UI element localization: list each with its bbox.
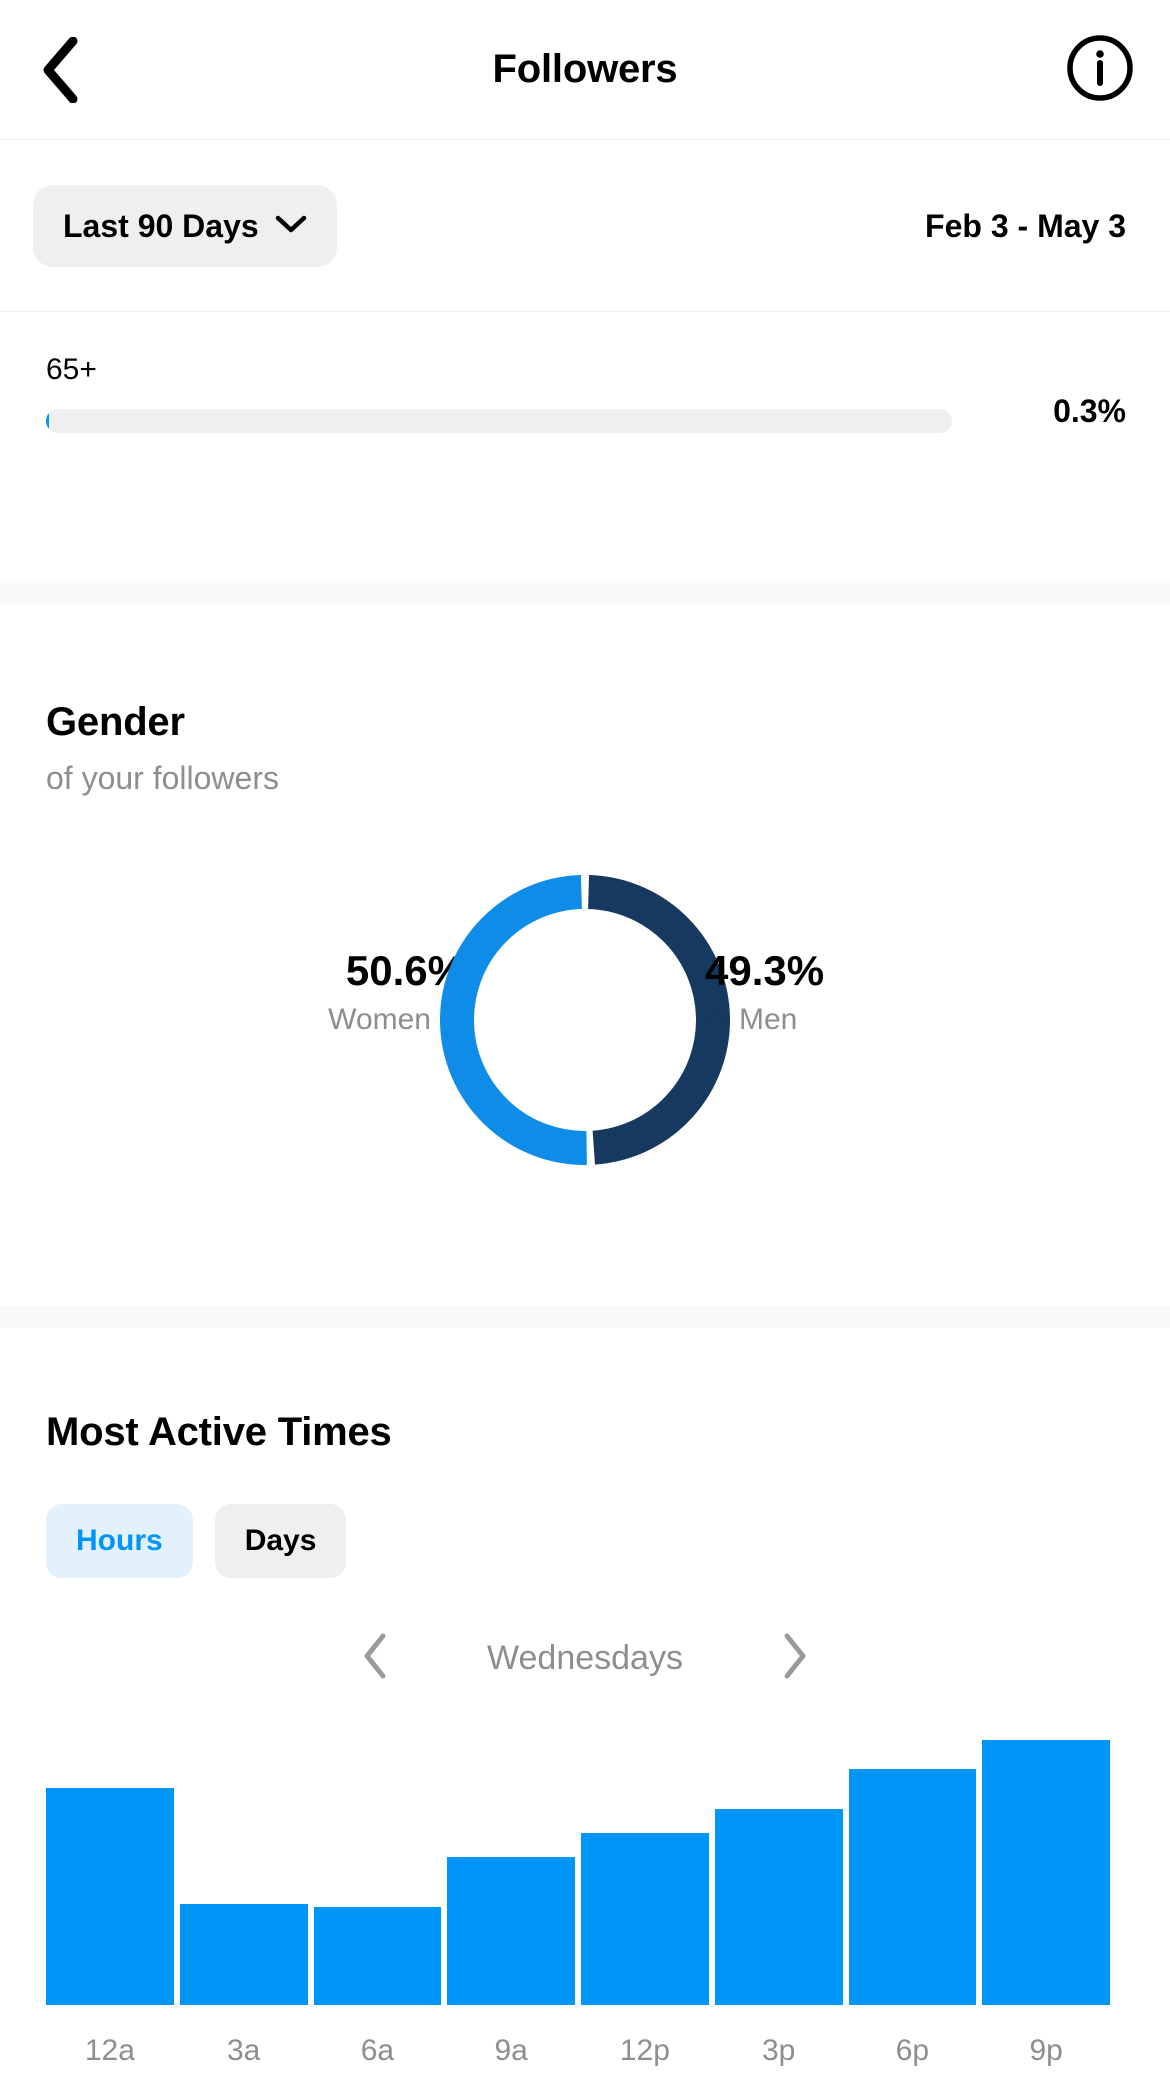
- x-axis-label: 3p: [761, 2034, 796, 2067]
- age-row-65plus: 65+ 0.3%: [0, 353, 1170, 473]
- bar: [581, 1832, 709, 2005]
- bar-column: [982, 1740, 1110, 2005]
- date-range-selector[interactable]: Last 90 Days: [33, 185, 337, 267]
- bar-column: [581, 1740, 709, 2005]
- gender-title: Gender: [46, 700, 185, 744]
- age-row-percent: 0.3%: [1053, 393, 1126, 429]
- bar-column: [714, 1740, 843, 2005]
- page-title: Followers: [492, 47, 678, 91]
- section-divider: [0, 1306, 1170, 1328]
- tab-days[interactable]: Days: [214, 1504, 347, 1578]
- tab-hours-label: Hours: [76, 1524, 163, 1557]
- gender-donut-wrap: 50.6% Women 49.3% Men: [0, 875, 1170, 1165]
- x-axis-label: 9p: [1029, 2034, 1063, 2067]
- date-range-selector-label: Last 90 Days: [63, 207, 259, 244]
- x-axis-label: 6p: [895, 2034, 930, 2067]
- day-navigator: Wednesdays: [0, 1618, 1170, 1698]
- x-axis-label: 6a: [360, 2034, 395, 2067]
- info-circle-icon: [1065, 33, 1135, 108]
- legend-men-percent: 49.3%: [705, 947, 825, 994]
- legend-men: 49.3% Men: [705, 947, 824, 1037]
- navbar: Followers: [0, 0, 1170, 140]
- filter-row: Last 90 Days Feb 3 - May 3: [0, 140, 1170, 312]
- bar: [313, 1906, 442, 2005]
- bar-column: [447, 1740, 575, 2005]
- bar-column: [179, 1740, 308, 2005]
- bar: [447, 1856, 575, 2005]
- bar-column: [848, 1740, 977, 2005]
- followers-insights-screen: Followers Last 90 Days Feb 3 - May 3 65+…: [0, 0, 1170, 2095]
- age-row-track: [46, 409, 952, 433]
- bar: [179, 1904, 308, 2005]
- legend-men-label: Men: [739, 1003, 798, 1037]
- tab-hours[interactable]: Hours: [46, 1504, 193, 1578]
- chevron-left-icon: [361, 1632, 389, 1685]
- bar-column: [313, 1740, 442, 2005]
- gender-subtitle: of your followers: [46, 760, 279, 796]
- x-axis-label: 12a: [84, 2034, 135, 2067]
- bar-column: [46, 1740, 174, 2005]
- x-axis-label: 12p: [619, 2034, 670, 2067]
- legend-men-dot: [705, 1010, 725, 1031]
- chevron-down-icon: [275, 214, 307, 239]
- next-day-button[interactable]: [750, 1618, 840, 1698]
- gender-section: Gender of your followers 50.6% Women 49.: [0, 605, 1170, 1306]
- bar-chart-bars: [46, 1740, 1110, 2005]
- date-range-text: Feb 3 - May 3: [925, 207, 1126, 244]
- bar: [46, 1787, 174, 2005]
- most-active-times-tabs: Hours Days: [46, 1504, 347, 1578]
- day-label: Wednesdays: [487, 1638, 683, 1677]
- legend-men-row: Men: [705, 1003, 797, 1037]
- age-row-fill: [46, 409, 49, 433]
- bar: [714, 1808, 843, 2005]
- most-active-times-title: Most Active Times: [46, 1410, 392, 1454]
- most-active-times-section: Most Active Times Hours Days Wednesdays: [0, 1328, 1170, 2095]
- active-hours-bar-chart: [46, 1740, 1110, 2005]
- section-divider: [0, 583, 1170, 605]
- bar: [982, 1740, 1110, 2005]
- tab-days-label: Days: [244, 1524, 317, 1557]
- age-row-label: 65+: [46, 353, 97, 386]
- bar-chart-x-axis-labels: 12a 3a 6a 9a 12p 3p 6p 9p: [46, 2034, 1110, 2068]
- chevron-right-icon: [781, 1632, 809, 1685]
- x-axis-label: 3a: [226, 2034, 261, 2067]
- prev-day-button[interactable]: [330, 1618, 420, 1698]
- bar: [848, 1769, 977, 2005]
- age-range-section: 65+ 0.3%: [0, 313, 1170, 583]
- legend-women-label: Women: [328, 1003, 431, 1037]
- info-button[interactable]: [1060, 30, 1140, 110]
- gender-donut-chart: [440, 875, 730, 1165]
- x-axis-label: 9a: [494, 2034, 528, 2067]
